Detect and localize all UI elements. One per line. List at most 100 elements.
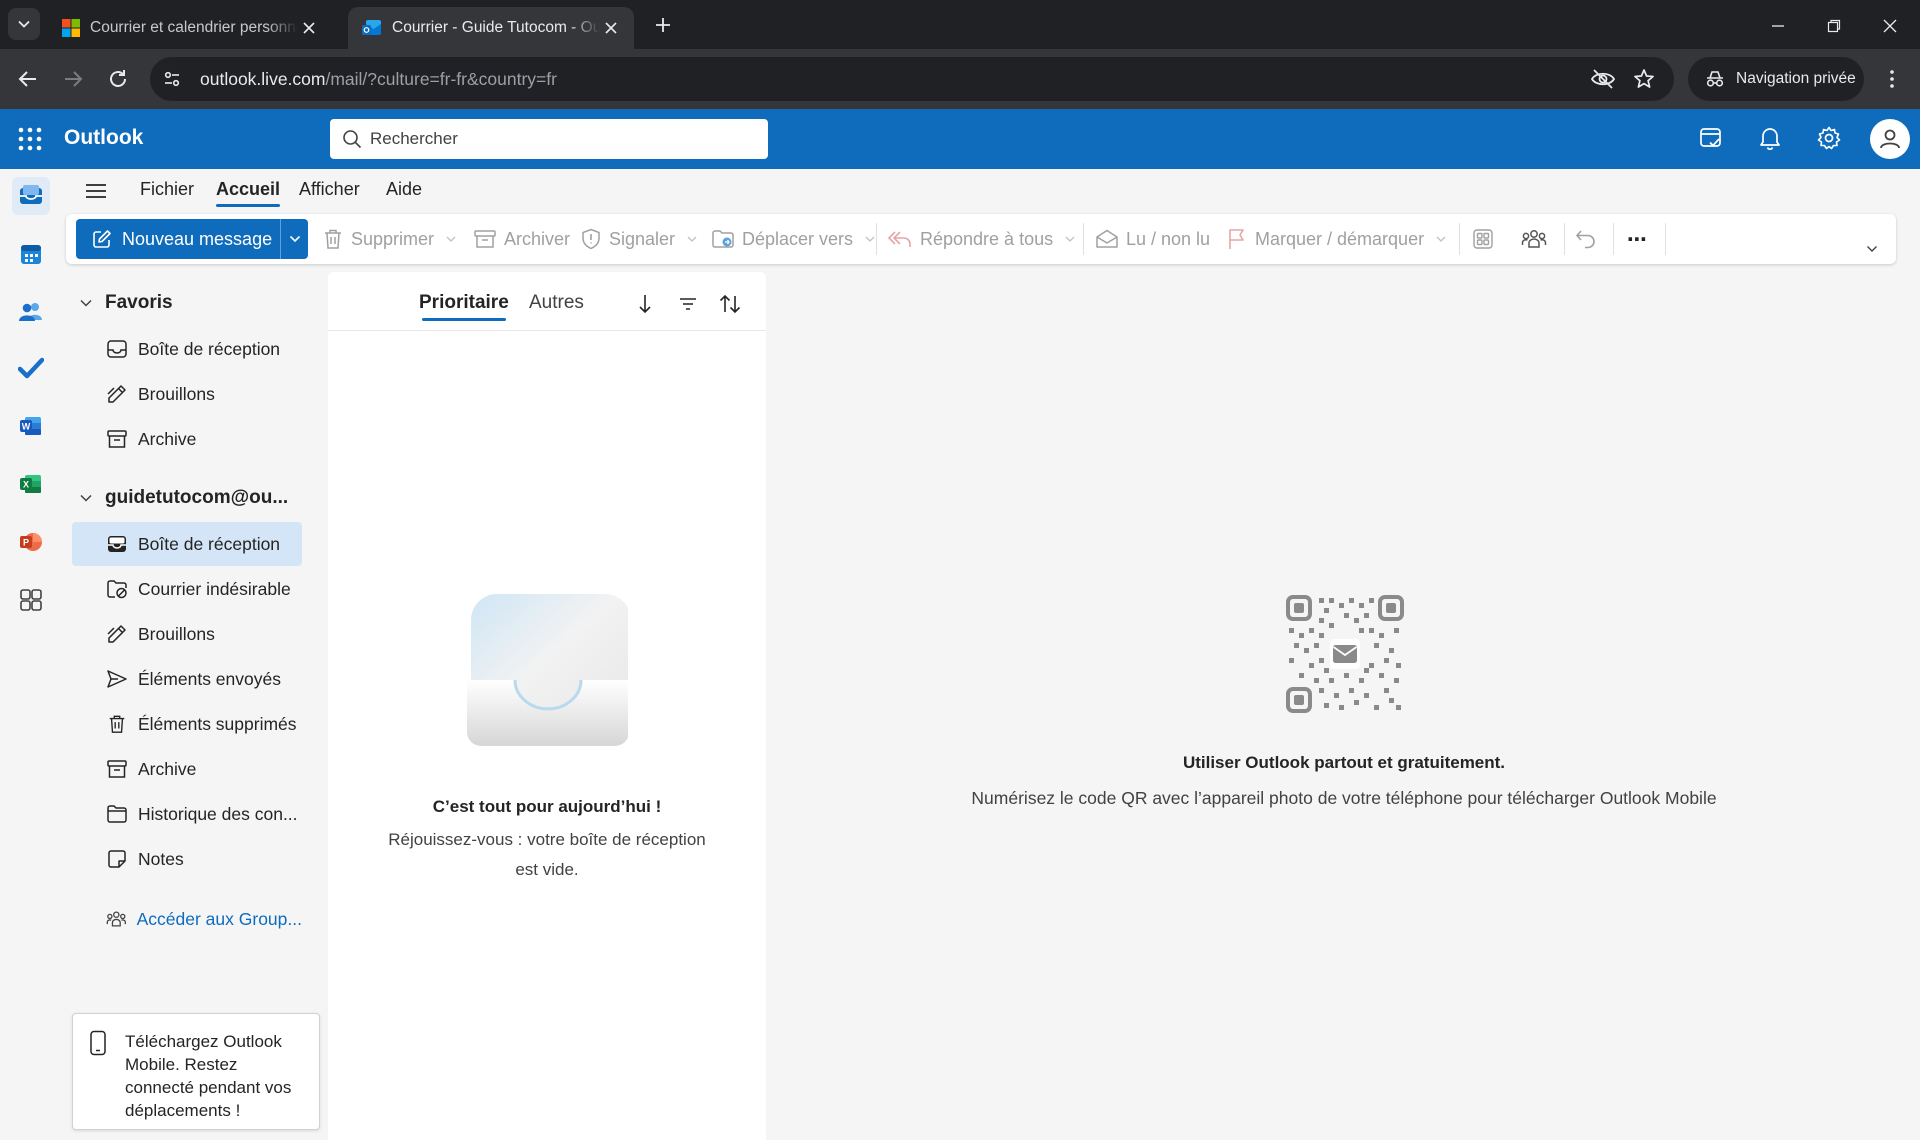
folder-conversation-history[interactable]: Historique des con... [72,792,302,836]
folder-sent[interactable]: Éléments envoyés [72,657,302,701]
minimize-button[interactable] [1766,14,1790,38]
menu-aide[interactable]: Aide [386,179,422,200]
search-input[interactable]: Rechercher [330,119,768,159]
bookmark-button[interactable] [1632,67,1656,91]
browser-tab-personal[interactable]: Courrier et calendrier personnels [48,7,332,49]
address-bar[interactable]: outlook.live.com/mail/?culture=fr-fr&cou… [150,57,1674,101]
folder-icon [107,805,127,823]
favorite-archive[interactable]: Archive [72,417,302,461]
arrow-right-icon [65,71,83,87]
ribbon-expand-button[interactable] [1866,234,1878,264]
undo-button[interactable] [1575,224,1597,254]
folder-archive[interactable]: Archive [72,747,302,791]
folder-move-icon [712,230,734,248]
more-vertical-icon [1890,70,1894,88]
sort-button[interactable] [716,290,744,318]
site-info-button[interactable] [156,63,188,95]
restore-button[interactable] [1822,14,1846,38]
folder-inbox[interactable]: Boîte de réception [72,522,302,566]
app-launcher-button[interactable] [18,127,42,151]
browser-tab-outlook[interactable]: Courrier - Guide Tutocom - Outlook [348,7,634,49]
word-app-button[interactable]: W [12,407,50,445]
jump-to-button[interactable] [631,290,659,318]
arrow-left-icon [18,71,36,87]
restore-icon [1827,19,1841,33]
drafts-icon [107,625,126,643]
groups-link[interactable]: Accéder aux Group... [72,897,302,941]
shield-icon [582,228,600,250]
filter-icon [680,298,696,310]
account-header[interactable]: guidetutocom@ou... [79,487,288,509]
calendar-app-button[interactable] [12,235,50,273]
delete-button[interactable]: Supprimer [323,224,456,254]
more-options-button[interactable]: ⋯ [1627,224,1647,254]
people-app-button[interactable] [12,293,50,331]
groups-link-label: Accéder aux Group... [136,908,302,929]
toggle-navigation-button[interactable] [85,181,107,201]
tracking-protection-button[interactable] [1590,67,1616,91]
notifications-button[interactable] [1757,125,1783,151]
favorite-inbox[interactable]: Boîte de réception [72,327,302,371]
powerpoint-app-button[interactable]: P [12,523,50,561]
chevron-down-icon[interactable] [289,234,301,244]
archive-icon [107,760,127,778]
reading-pane: Utiliser Outlook partout et gratuitement… [768,272,1920,1140]
private-browsing-indicator[interactable]: Navigation privée [1688,57,1864,101]
search-placeholder: Rechercher [370,129,458,148]
archive-button[interactable]: Archiver [474,224,570,254]
tab-focused[interactable]: Prioritaire [419,292,509,321]
reply-all-button[interactable]: Répondre à tous [888,224,1075,254]
mail-app-button[interactable] [12,177,50,215]
folder-deleted[interactable]: Éléments supprimés [72,702,302,746]
favorite-drafts[interactable]: Brouillons [72,372,302,416]
apps-button[interactable] [1472,224,1494,254]
settings-button[interactable] [1816,125,1842,151]
filter-button[interactable] [674,290,702,318]
my-day-button[interactable] [1698,125,1724,151]
new-tab-button[interactable] [650,12,676,38]
new-message-button[interactable]: Nouveau message [76,219,308,259]
folder-junk[interactable]: Courrier indésirable [72,567,302,611]
reload-button[interactable] [106,67,130,91]
site-settings-icon [164,71,180,87]
qr-code [1285,594,1405,714]
menu-fichier[interactable]: Fichier [140,179,194,200]
bell-icon [1760,128,1780,150]
hamburger-icon [86,184,106,198]
close-icon [1883,19,1897,33]
close-window-button[interactable] [1878,14,1902,38]
chevron-down-icon [1065,236,1075,242]
close-tab-button[interactable] [600,17,622,39]
star-icon [1634,69,1654,88]
more-apps-button[interactable] [12,581,50,619]
account-avatar[interactable] [1870,119,1910,159]
report-button[interactable]: Signaler [581,224,697,254]
flag-button[interactable]: Marquer / démarquer [1227,224,1446,254]
tab-other[interactable]: Autres [529,292,584,314]
close-tab-button[interactable] [298,17,320,39]
move-to-button[interactable]: Déplacer vers [712,224,875,254]
search-icon [343,130,362,149]
favorites-header[interactable]: Favoris [79,292,173,314]
back-button[interactable] [16,67,40,91]
outlook-brand[interactable]: Outlook [64,126,143,150]
menu-afficher[interactable]: Afficher [299,179,360,200]
folder-notes[interactable]: Notes [72,837,302,881]
mobile-promo-subtitle: Numérisez le code QR avec l’appareil pho… [971,788,1717,808]
mobile-promo-card[interactable]: Téléchargez Outlook Mobile. Restez conne… [72,1013,320,1130]
todo-app-button[interactable] [12,349,50,387]
microsoft-logo-icon [62,19,80,37]
url-host: outlook.live.com [200,68,326,89]
tab-search-button[interactable] [8,8,40,40]
browser-menu-button[interactable] [1880,67,1904,91]
forward-button[interactable] [61,67,85,91]
groups-button[interactable] [1521,224,1547,254]
chevron-down-icon [446,236,456,242]
folder-drafts[interactable]: Brouillons [72,612,302,656]
ribbon-tabs: Fichier Accueil Afficher Aide [61,169,1920,213]
reply-all-label: Répondre à tous [920,228,1054,249]
reply-all-icon [888,231,911,247]
menu-accueil[interactable]: Accueil [216,179,281,207]
read-unread-button[interactable]: Lu / non lu [1096,224,1210,254]
excel-app-button[interactable]: X [12,465,50,503]
